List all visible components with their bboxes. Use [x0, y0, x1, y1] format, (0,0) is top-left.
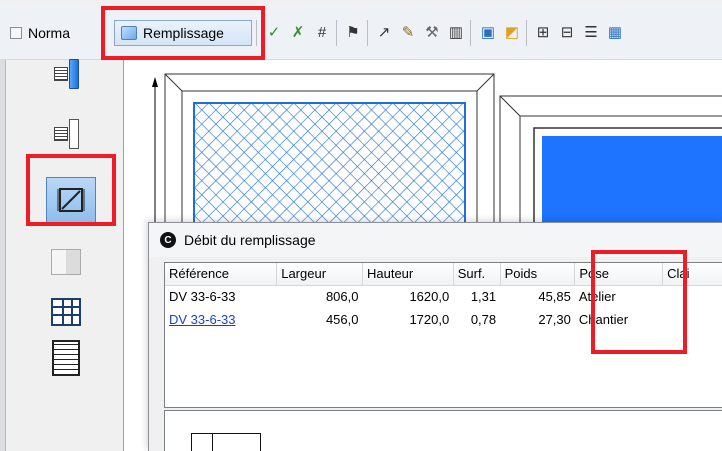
table-row[interactable]: DV 33-6-33 456,0 1720,0 0,78 27,30 Chant…: [165, 308, 722, 331]
app-logo-icon: C: [160, 232, 176, 248]
toolbar-separator: [526, 20, 527, 46]
top-toolbar: Norma Remplissage ✓ ✗ # ⚑ ↗ ✎ ⚒ ▥ ▣ ◩ ⊞ …: [0, 0, 722, 68]
merge-icon[interactable]: ⊟: [557, 22, 577, 42]
cell-poids: 45,85: [538, 289, 571, 305]
pencil-tool-icon[interactable]: ✎: [398, 22, 418, 42]
image-icon[interactable]: ◩: [502, 22, 522, 42]
dialog-title-bar[interactable]: C Débit du remplissage: [149, 223, 722, 257]
grid-fill-icon[interactable]: [46, 56, 86, 92]
blinds-icon[interactable]: [46, 340, 86, 376]
cell-clair: [663, 308, 722, 331]
screen-icon[interactable]: ▣: [478, 22, 498, 42]
hatched-glass: [193, 102, 466, 236]
check-edit-icon[interactable]: ✓: [264, 22, 284, 42]
cell-surf: 0,78: [470, 312, 497, 327]
cell-surf: 1,31: [470, 289, 497, 305]
preview-sketch: [191, 433, 261, 451]
hash-grid-icon[interactable]: #: [312, 22, 332, 42]
cell-poids: 27,30: [538, 312, 571, 327]
toolbar-separator: [367, 20, 368, 46]
align-icon[interactable]: ☰: [581, 22, 601, 42]
cell-clair: [663, 285, 722, 308]
dimension-arrow: [152, 77, 158, 87]
cell-pose: Chantier: [578, 312, 629, 327]
column-header-pose[interactable]: Pose: [574, 263, 664, 286]
split-icon[interactable]: ⊞: [533, 22, 553, 42]
column-header-hauteur[interactable]: Hauteur: [362, 263, 454, 286]
cell-largeur: 806,0: [325, 289, 359, 305]
column-header-clair[interactable]: Clai: [662, 263, 722, 286]
cell-hauteur: 1620,0: [409, 289, 450, 305]
cell-largeur: 456,0: [325, 312, 359, 327]
dialog-title: Débit du remplissage: [184, 232, 316, 248]
toolbar-separator: [470, 20, 471, 46]
normal-view-label: Norma: [28, 25, 71, 41]
flag-icon[interactable]: ⚑: [343, 22, 363, 42]
remplissage-view-icon: [121, 26, 137, 40]
remplissage-view-button[interactable]: Remplissage: [114, 20, 252, 46]
dialog-preview-area: [164, 410, 722, 451]
column-header-poids[interactable]: Poids: [500, 263, 576, 286]
remplissage-view-label: Remplissage: [143, 25, 224, 41]
check-cross-icon[interactable]: ✗: [288, 22, 308, 42]
hammer-icon[interactable]: ⚒: [422, 22, 442, 42]
columns-icon[interactable]: ▥: [446, 22, 466, 42]
cell-reference: DV 33-6-33: [165, 308, 277, 331]
debit-remplissage-dialog: C Débit du remplissage Référence Largeur…: [148, 222, 722, 451]
column-header-surf[interactable]: Surf.: [453, 263, 501, 286]
arrow-tool-icon[interactable]: ↗: [374, 22, 394, 42]
cell-pose: Atelier: [578, 289, 616, 305]
mullion-grid-icon[interactable]: [46, 294, 86, 330]
double-leaf-icon[interactable]: [46, 244, 86, 280]
toolbar-separator: [256, 20, 257, 46]
table-header-row: Référence Largeur Hauteur Surf. Poids Po…: [165, 263, 722, 286]
normal-view-icon: [10, 27, 22, 39]
reference-link[interactable]: DV 33-6-33: [169, 312, 235, 327]
table-icon[interactable]: ▦: [605, 22, 625, 42]
resize-frame-icon[interactable]: [46, 177, 96, 223]
left-tool-palette: [0, 59, 122, 451]
cell-reference: DV 33-6-33: [169, 289, 236, 305]
normal-view-button[interactable]: Norma: [4, 20, 104, 46]
table-row[interactable]: DV 33-6-33 806,0 1620,0 1,31 45,85 Ateli…: [165, 285, 722, 308]
grid-empty-icon[interactable]: [46, 116, 86, 152]
palette-edge: [0, 60, 6, 451]
remplissage-table: Référence Largeur Hauteur Surf. Poids Po…: [164, 262, 722, 408]
cell-hauteur: 1720,0: [409, 312, 450, 327]
column-header-largeur[interactable]: Largeur: [276, 263, 363, 286]
toolbar-separator: [336, 20, 337, 46]
column-header-reference[interactable]: Référence: [165, 263, 278, 286]
